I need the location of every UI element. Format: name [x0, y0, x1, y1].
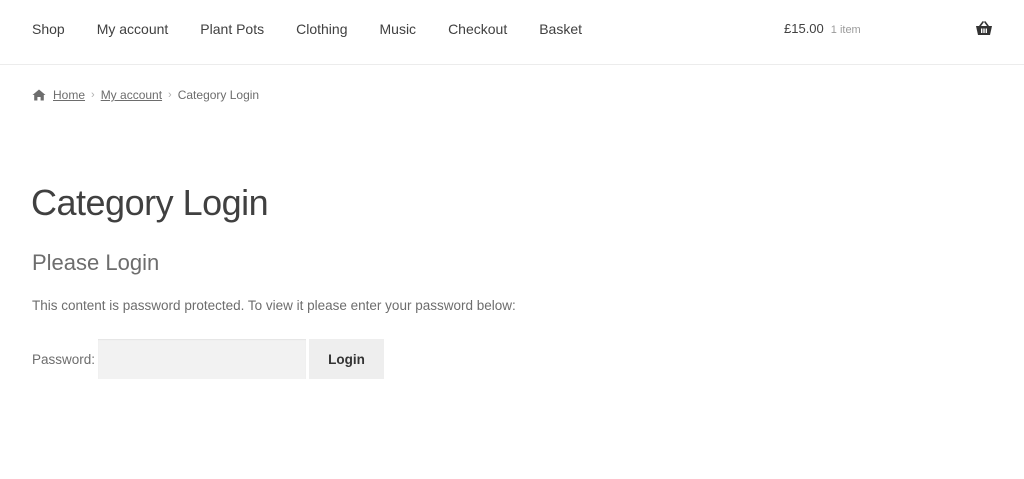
login-button[interactable]: Login	[309, 339, 385, 379]
chevron-right-icon: ›	[91, 89, 95, 101]
password-input[interactable]	[98, 339, 307, 379]
nav-item-my-account[interactable]: My account	[97, 20, 169, 38]
nav-item-clothing[interactable]: Clothing	[296, 20, 347, 38]
cart-summary[interactable]: £15.00 1 item	[784, 20, 861, 39]
password-form: Password: Login	[32, 339, 385, 379]
password-label: Password:	[32, 351, 96, 367]
primary-nav: Shop My account Plant Pots Clothing Musi…	[32, 20, 614, 38]
page-title: Category Login	[31, 182, 269, 223]
breadcrumb-current: Category Login	[177, 88, 260, 102]
home-icon	[32, 89, 46, 101]
site-header: Shop My account Plant Pots Clothing Musi…	[0, 0, 1024, 65]
login-heading: Please Login	[32, 250, 160, 275]
nav-item-checkout[interactable]: Checkout	[448, 20, 507, 38]
breadcrumb-account-link[interactable]: My account	[101, 87, 162, 103]
nav-item-basket[interactable]: Basket	[539, 20, 582, 38]
chevron-right-icon: ›	[168, 89, 172, 101]
breadcrumb-home-link[interactable]: Home	[53, 87, 85, 103]
cart-amount: £15.00	[784, 21, 824, 36]
cart-count: 1 item	[830, 24, 861, 36]
nav-item-shop[interactable]: Shop	[32, 20, 65, 38]
protected-content-notice: This content is password protected. To v…	[32, 298, 516, 313]
breadcrumb: Home › My account › Category Login	[32, 87, 259, 103]
nav-item-music[interactable]: Music	[380, 20, 417, 38]
nav-item-plant-pots[interactable]: Plant Pots	[200, 20, 264, 38]
basket-icon[interactable]	[975, 21, 993, 37]
